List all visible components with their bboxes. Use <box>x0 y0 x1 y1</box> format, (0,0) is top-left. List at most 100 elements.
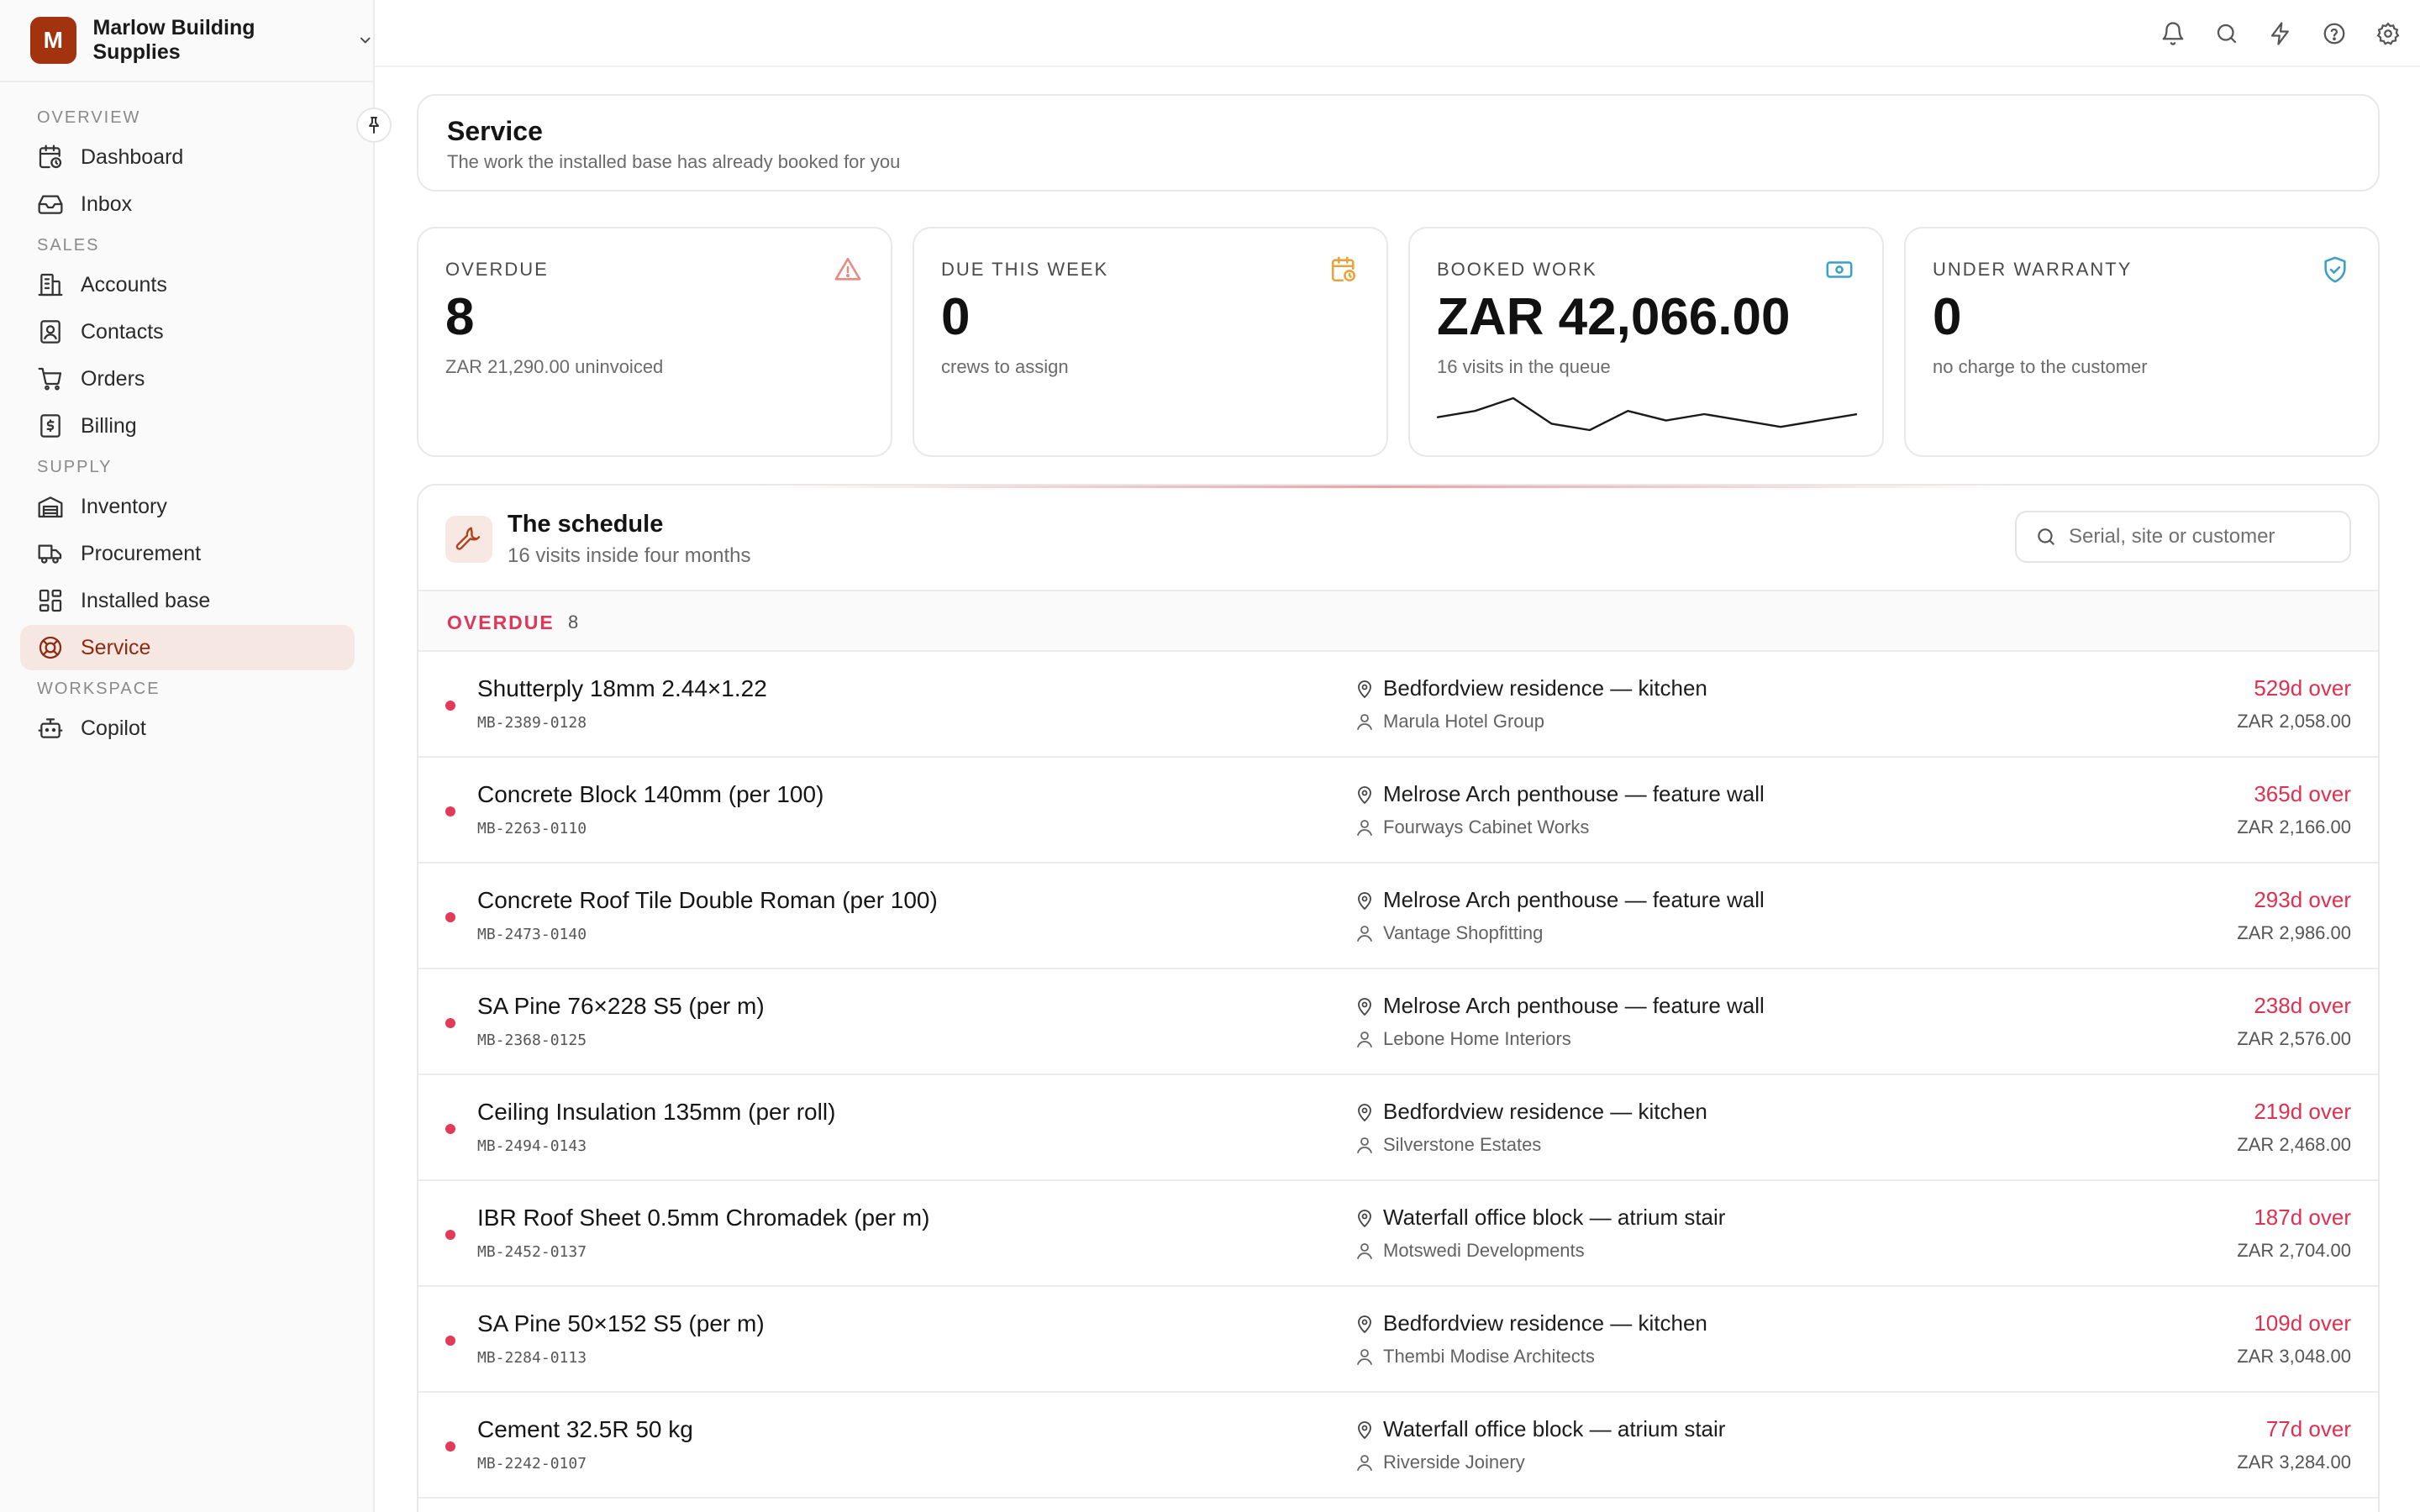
site-location: Melrose Arch penthouse — feature wall <box>1355 781 1765 807</box>
status-dot <box>445 1018 455 1028</box>
site-location: Bedfordview residence — kitchen <box>1355 675 1707 701</box>
row-amount: ZAR 2,576.00 <box>2237 1028 2351 1049</box>
location-pin-icon <box>1358 785 1371 804</box>
sidebar-item-inbox[interactable]: Inbox <box>20 181 355 227</box>
stat-label: DUE THIS WEEK <box>941 259 1109 280</box>
help-button[interactable] <box>2317 17 2351 50</box>
sidebar-item-label: Inbox <box>81 192 133 216</box>
table-row[interactable]: Shutterply 18mm 2.44×1.22 MB-2389-0128 Bed… <box>418 652 2378 758</box>
sidebar-item-label: Copilot <box>81 716 146 740</box>
sidebar-item-orders[interactable]: Orders <box>20 356 355 402</box>
workspace-switcher[interactable]: M Marlow Building Supplies <box>30 16 373 64</box>
schedule-header: The schedule 16 visits inside four month… <box>418 486 2378 591</box>
sidebar-item-label: Dashboard <box>81 144 184 169</box>
calendar-clock-icon <box>1331 256 1356 282</box>
table-row[interactable]: SA Pine 50×152 S5 (per m) MB-2284-0113 Bed… <box>418 1287 2378 1393</box>
customer-label: Thembi Modise Architects <box>1383 1346 1595 1367</box>
inbox-icon <box>38 195 63 214</box>
sidebar-item-accounts[interactable]: Accounts <box>20 262 355 307</box>
site-location: Waterfall office block — atrium stair <box>1355 1205 1725 1231</box>
user-icon <box>1357 1243 1372 1259</box>
user-icon <box>1357 1137 1372 1153</box>
overdue-days: 529d over <box>2254 675 2351 701</box>
sidebar-item-inventory[interactable]: Inventory <box>20 484 355 529</box>
customer: Silverstone Estates <box>1355 1134 1541 1156</box>
sidebar-item-contacts[interactable]: Contacts <box>20 309 355 354</box>
schedule-search[interactable] <box>2015 511 2351 563</box>
table-row[interactable]: Concrete Roof Tile Double Roman (per 100… <box>418 864 2378 969</box>
status-dot <box>445 1441 455 1452</box>
sidebar-item-dashboard[interactable]: Dashboard <box>20 134 355 180</box>
customer-label: Vantage Shopfitting <box>1383 922 1544 943</box>
item-name: Shutterply 18mm 2.44×1.22 <box>477 675 767 701</box>
location-pin-icon <box>1358 1315 1371 1333</box>
customer-label: Fourways Cabinet Works <box>1383 816 1590 837</box>
item-name: Ceiling Insulation 135mm (per roll) <box>477 1099 836 1125</box>
customer-label: Motswedi Developments <box>1383 1240 1585 1261</box>
sidebar-item-label: Inventory <box>81 494 167 518</box>
sidebar-divider <box>0 81 373 82</box>
page-title: Service <box>447 116 543 146</box>
wrench-icon <box>455 527 481 550</box>
item-serial: MB-2368-0125 <box>477 1032 587 1049</box>
item-name: Cement 32.5R 50 kg <box>477 1416 693 1442</box>
schedule-title: The schedule <box>508 511 664 538</box>
building-icon <box>38 273 63 297</box>
sidebar-item-copilot[interactable]: Copilot <box>20 706 355 751</box>
stat-note: ZAR 21,290.00 uninvoiced <box>445 356 664 377</box>
calendar-clock-icon <box>39 144 62 169</box>
sidebar-item-label: Billing <box>81 413 137 438</box>
site-location: Melrose Arch penthouse — feature wall <box>1355 993 1765 1019</box>
nav-section-sales: SALES <box>37 236 100 255</box>
stat-label: OVERDUE <box>445 259 549 280</box>
stat-note: 16 visits in the queue <box>1437 356 1611 377</box>
table-row[interactable]: IBR Roof Sheet 0.5mm Chromadek (per m) MB… <box>418 1181 2378 1287</box>
booked-work-sparkline <box>1437 396 1857 432</box>
item-name: SA Pine 76×228 S5 (per m) <box>477 993 765 1019</box>
table-row[interactable]: SA Pine 76×228 S5 (per m) MB-2368-0125 Mel… <box>418 969 2378 1075</box>
search-icon <box>2038 528 2054 545</box>
bot-icon <box>38 718 63 738</box>
sidebar-item-label: Contacts <box>81 319 164 344</box>
item-name: SA Pine 50×152 S5 (per m) <box>477 1310 765 1336</box>
sidebar-item-installed-base[interactable]: Installed base <box>20 578 355 623</box>
table-row[interactable]: Cement 32.5R 50 kg MB-2242-0107 Waterfall … <box>418 1393 2378 1499</box>
sidebar-nav: OVERVIEW Dashboard Inbox SALES Accounts Conta… <box>20 99 355 753</box>
pin-sidebar-button[interactable] <box>356 108 392 143</box>
schedule-search-input[interactable] <box>2069 525 2338 549</box>
table-row[interactable]: Concrete Block 140mm (per 100) MB-2263-01… <box>418 758 2378 864</box>
customer-label: Lebone Home Interiors <box>1383 1028 1571 1049</box>
user-icon <box>1357 1455 1372 1471</box>
customer: Motswedi Developments <box>1355 1240 1585 1262</box>
customer-label: Silverstone Estates <box>1383 1134 1542 1155</box>
group-header-overdue[interactable]: OVERDUE 8 <box>418 591 2378 652</box>
page-subtitle: The work the installed base has already … <box>447 151 901 172</box>
search-button[interactable] <box>2210 17 2244 50</box>
warehouse-icon <box>38 496 63 518</box>
notifications-button[interactable] <box>2156 17 2190 50</box>
settings-button[interactable] <box>2371 17 2405 50</box>
nav-section-workspace: WORKSPACE <box>37 680 160 698</box>
sidebar-item-service[interactable]: Service <box>20 625 355 670</box>
user-icon <box>1357 820 1372 836</box>
stat-card-due-this-week[interactable]: DUE THIS WEEK 0 crews to assign <box>913 227 1388 457</box>
stat-card-booked-work[interactable]: BOOKED WORK ZAR 42,066.00 16 visits in t… <box>1408 227 1884 457</box>
sidebar-item-billing[interactable]: Billing <box>20 403 355 449</box>
quick-actions-button[interactable] <box>2264 17 2297 50</box>
table-row[interactable]: Ceiling Insulation 135mm (per roll) MB-24… <box>418 1075 2378 1181</box>
stat-note: crews to assign <box>941 356 1069 377</box>
stat-card-overdue[interactable]: OVERDUE 8 ZAR 21,290.00 uninvoiced <box>417 227 892 457</box>
site-label: Melrose Arch penthouse — feature wall <box>1383 887 1765 912</box>
site-label: Melrose Arch penthouse — feature wall <box>1383 993 1765 1018</box>
sidebar-item-procurement[interactable]: Procurement <box>20 531 355 576</box>
user-icon <box>1357 714 1372 730</box>
overdue-days: 365d over <box>2254 781 2351 806</box>
sidebar-item-label: Orders <box>81 366 145 391</box>
item-serial: MB-2263-0110 <box>477 820 587 837</box>
cart-icon <box>38 367 62 391</box>
stat-card-under-warranty[interactable]: UNDER WARRANTY 0 no charge to the custom… <box>1904 227 2380 457</box>
location-pin-icon <box>1358 1103 1371 1121</box>
brand-logo: M <box>30 17 76 64</box>
location-pin-icon <box>1358 997 1371 1016</box>
sidebar: M Marlow Building Supplies OVERVIEW Dashb… <box>0 0 375 1512</box>
